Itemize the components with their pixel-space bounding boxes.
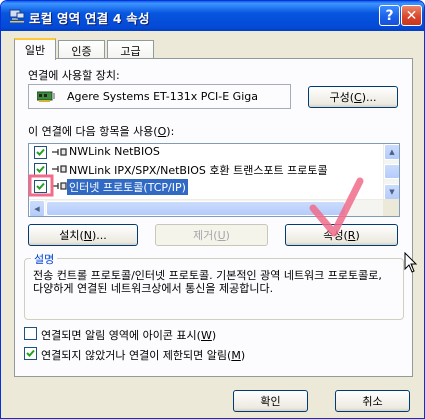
protocol-icon <box>51 147 67 157</box>
cancel-button[interactable]: 취소 <box>335 390 410 412</box>
title-bar[interactable]: 로컬 영역 연결 4 속성 ? ✕ <box>1 1 424 31</box>
description-group: 설명 전송 컨트롤 프로토콜/인터넷 프로토콜. 기본적인 광역 네트워크 프로… <box>24 251 404 320</box>
help-label: ? <box>385 7 394 24</box>
horizontal-scrollbar[interactable]: ◀ ▶ <box>29 199 399 216</box>
tab-advanced[interactable]: 고급 <box>107 40 154 59</box>
tab-authentication[interactable]: 인증 <box>58 40 105 59</box>
show-icon-label: 연결되면 알림 영역에 아이콘 표시(W) <box>41 329 217 342</box>
device-field: Agere Systems ET-131x PCI-E Giga <box>28 84 291 109</box>
horizontal-scroll-thumb[interactable] <box>46 201 346 216</box>
scroll-left-icon[interactable]: ◀ <box>29 200 45 216</box>
scroll-thumb[interactable] <box>384 164 399 179</box>
uninstall-button[interactable]: 제거(U) <box>155 224 268 246</box>
components-label: 이 연결에 다음 항목을 사용(O): <box>28 125 175 138</box>
tab-advanced-label: 고급 <box>120 45 141 58</box>
list-item[interactable]: 인터넷 프로토콜(TCP/IP) <box>29 178 379 195</box>
vertical-scrollbar[interactable]: ▲ ▼ <box>383 144 399 200</box>
connect-using-label: 연결에 사용할 장치: <box>28 69 120 82</box>
item-label: NWLink IPX/SPX/NetBIOS 호환 트랜스포트 프로토콜 <box>69 164 328 177</box>
item-checkbox[interactable] <box>34 163 47 176</box>
item-label: NWLink NetBIOS <box>69 145 160 158</box>
install-button[interactable]: 설치(N)... <box>28 224 138 246</box>
scroll-up-icon[interactable]: ▲ <box>384 144 399 160</box>
properties-dialog: 로컬 영역 연결 4 속성 ? ✕ 일반 인증 고급 연결에 사용할 장치: A… <box>0 0 425 419</box>
list-item[interactable]: NWLink NetBIOS <box>29 144 379 161</box>
device-name: Agere Systems ET-131x PCI-E Giga <box>67 90 258 103</box>
network-card-icon <box>36 91 55 102</box>
list-item[interactable]: NWLink IPX/SPX/NetBIOS 호환 트랜스포트 프로토콜 <box>29 161 379 178</box>
components-list[interactable]: NWLink NetBIOS NWLink IPX/SPX/NetBIOS 호환… <box>28 143 400 217</box>
item-label: 인터넷 프로토콜(TCP/IP) <box>67 179 188 195</box>
properties-button[interactable]: 속성(R) <box>285 224 398 246</box>
close-icon: ✕ <box>405 7 418 24</box>
notify-checkbox[interactable] <box>24 347 37 360</box>
protocol-icon <box>51 181 67 191</box>
scroll-down-icon[interactable]: ▼ <box>384 184 399 200</box>
description-text: 전송 컨트롤 프로토콜/인터넷 프로토콜. 기본적인 광역 네트워크 프로토콜로… <box>33 269 382 295</box>
description-title: 설명 <box>31 251 58 267</box>
tab-authentication-label: 인증 <box>71 45 92 58</box>
close-button[interactable]: ✕ <box>401 5 422 26</box>
scroll-corner <box>383 199 399 216</box>
configure-button[interactable]: 구성(C)... <box>308 86 398 108</box>
general-tab-panel: 연결에 사용할 장치: Agere Systems ET-131x PCI-E … <box>14 58 413 377</box>
help-button[interactable]: ? <box>379 5 400 26</box>
tab-general[interactable]: 일반 <box>14 38 56 60</box>
show-icon-checkbox[interactable] <box>24 327 37 340</box>
item-checkbox[interactable] <box>34 180 47 193</box>
ok-button[interactable]: 확인 <box>233 390 308 412</box>
protocol-icon <box>51 164 67 174</box>
tab-general-label: 일반 <box>24 44 46 57</box>
notify-label: 연결되지 않았거나 연결이 제한되면 알림(M) <box>41 349 246 362</box>
window-title: 로컬 영역 연결 4 속성 <box>29 11 150 26</box>
network-connection-icon <box>9 9 25 23</box>
item-checkbox[interactable] <box>34 146 47 159</box>
